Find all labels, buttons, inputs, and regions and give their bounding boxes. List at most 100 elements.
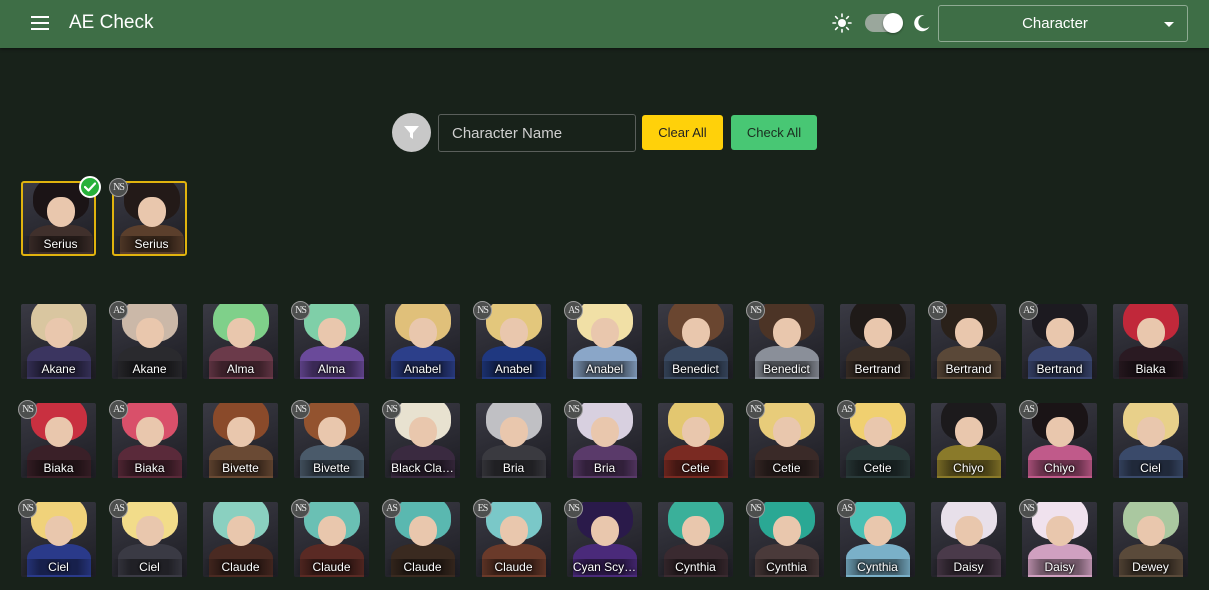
character-card[interactable]: Benedict	[658, 304, 733, 379]
character-name-label: Claude	[385, 559, 460, 575]
character-name-label: Biaka	[112, 460, 187, 476]
style-badge: NS	[18, 499, 37, 518]
character-portrait: Anabel	[385, 304, 460, 379]
character-name-label: Akane	[21, 361, 96, 377]
character-name-label: Alma	[203, 361, 278, 377]
character-card[interactable]: Biaka NS	[18, 400, 96, 478]
character-name-label: Ciel	[21, 559, 96, 575]
mode-select[interactable]: Character	[938, 5, 1188, 42]
filter-button[interactable]	[392, 113, 431, 152]
theme-toggle[interactable]	[865, 13, 903, 33]
character-card[interactable]: Cynthia NS	[746, 499, 824, 577]
style-badge: NS	[291, 499, 310, 518]
character-card[interactable]: Alma NS	[291, 301, 369, 379]
style-badge: NS	[928, 301, 947, 320]
character-name-label: Cynthia	[749, 559, 824, 575]
character-card[interactable]: Daisy	[931, 502, 1006, 577]
hamburger-menu-icon[interactable]	[31, 16, 49, 30]
character-name-label: Bertrand	[1022, 361, 1097, 377]
character-card[interactable]: Biaka	[1113, 304, 1188, 379]
style-badge: AS	[382, 499, 401, 518]
style-badge: NS	[18, 400, 37, 419]
character-name-label: Daisy	[1022, 559, 1097, 575]
character-name-label: Daisy	[931, 559, 1006, 575]
character-card[interactable]: Cynthia	[658, 502, 733, 577]
style-badge: NS	[746, 301, 765, 320]
style-badge: NS	[746, 400, 765, 419]
character-card[interactable]: Bria	[476, 403, 551, 478]
character-name-search-input[interactable]	[438, 114, 636, 152]
character-card[interactable]: Claude	[203, 502, 278, 577]
character-card[interactable]: Akane	[21, 304, 96, 379]
character-card[interactable]: Bivette	[203, 403, 278, 478]
character-name-label: Benedict	[749, 361, 824, 377]
character-card[interactable]: Ciel NS	[18, 499, 96, 577]
character-portrait: Claude	[203, 502, 278, 577]
character-card[interactable]: Biaka AS	[109, 400, 187, 478]
character-name-label: Bivette	[294, 460, 369, 476]
character-card[interactable]: Claude NS	[291, 499, 369, 577]
character-name-label: Benedict	[658, 361, 733, 377]
character-card[interactable]: Serius NS	[109, 178, 187, 256]
style-badge: AS	[109, 499, 128, 518]
check-all-button[interactable]: Check All	[731, 115, 817, 150]
chevron-down-icon	[1164, 22, 1174, 27]
character-card[interactable]: Claude ES	[473, 499, 551, 577]
character-card[interactable]: Cetie	[658, 403, 733, 478]
top-bar: AE Check Character	[0, 0, 1209, 48]
character-card[interactable]: Serius	[21, 176, 101, 256]
character-name-label: Cetie	[658, 460, 733, 476]
character-card[interactable]: Anabel	[385, 304, 460, 379]
character-card[interactable]: Cyan Scy… NS	[564, 499, 642, 577]
character-name-label: Cynthia	[840, 559, 915, 575]
character-card[interactable]: Ciel	[1113, 403, 1188, 478]
character-card[interactable]: Alma	[203, 304, 278, 379]
character-card[interactable]: Ciel AS	[109, 499, 187, 577]
character-portrait: Daisy	[931, 502, 1006, 577]
character-portrait: Cynthia	[658, 502, 733, 577]
character-card[interactable]: Cetie NS	[746, 400, 824, 478]
character-portrait: Alma	[203, 304, 278, 379]
character-portrait: Cetie	[658, 403, 733, 478]
style-badge: NS	[746, 499, 765, 518]
character-card[interactable]: Claude AS	[382, 499, 460, 577]
character-name-label: Biaka	[21, 460, 96, 476]
character-name-label: Cyan Scy…	[567, 559, 642, 575]
character-card[interactable]: Dewey	[1113, 502, 1188, 577]
character-card[interactable]: Bertrand	[840, 304, 915, 379]
character-name-label: Cetie	[749, 460, 824, 476]
character-portrait: Bivette	[203, 403, 278, 478]
character-card[interactable]: Akane AS	[109, 301, 187, 379]
style-badge: NS	[473, 301, 492, 320]
character-name-label: Serius	[23, 236, 94, 252]
character-card[interactable]: Bertrand NS	[928, 301, 1006, 379]
character-name-label: Chiyo	[931, 460, 1006, 476]
style-badge: NS	[291, 400, 310, 419]
style-badge: AS	[1019, 400, 1038, 419]
character-card[interactable]: Chiyo AS	[1019, 400, 1097, 478]
style-badge: AS	[109, 301, 128, 320]
character-name-label: Claude	[476, 559, 551, 575]
character-card[interactable]: Bivette NS	[291, 400, 369, 478]
character-portrait: Bertrand	[840, 304, 915, 379]
style-badge: AS	[1019, 301, 1038, 320]
character-card[interactable]: Daisy NS	[1019, 499, 1097, 577]
character-card[interactable]: Bertrand AS	[1019, 301, 1097, 379]
character-card[interactable]: Bria NS	[564, 400, 642, 478]
clear-all-button[interactable]: Clear All	[642, 115, 723, 150]
character-name-label: Dewey	[1113, 559, 1188, 575]
character-card[interactable]: Black Cla… NS	[382, 400, 460, 478]
sun-icon	[832, 13, 852, 33]
character-card[interactable]: Anabel NS	[473, 301, 551, 379]
character-card[interactable]: Cynthia AS	[837, 499, 915, 577]
character-card[interactable]: Benedict NS	[746, 301, 824, 379]
mode-select-value: Character	[1022, 15, 1088, 32]
moon-icon	[912, 13, 932, 33]
app-title: AE Check	[69, 12, 154, 33]
character-name-label: Bertrand	[931, 361, 1006, 377]
character-name-label: Biaka	[1113, 361, 1188, 377]
character-card[interactable]: Anabel AS	[564, 301, 642, 379]
character-portrait: Chiyo	[931, 403, 1006, 478]
character-card[interactable]: Chiyo	[931, 403, 1006, 478]
character-card[interactable]: Cetie AS	[837, 400, 915, 478]
